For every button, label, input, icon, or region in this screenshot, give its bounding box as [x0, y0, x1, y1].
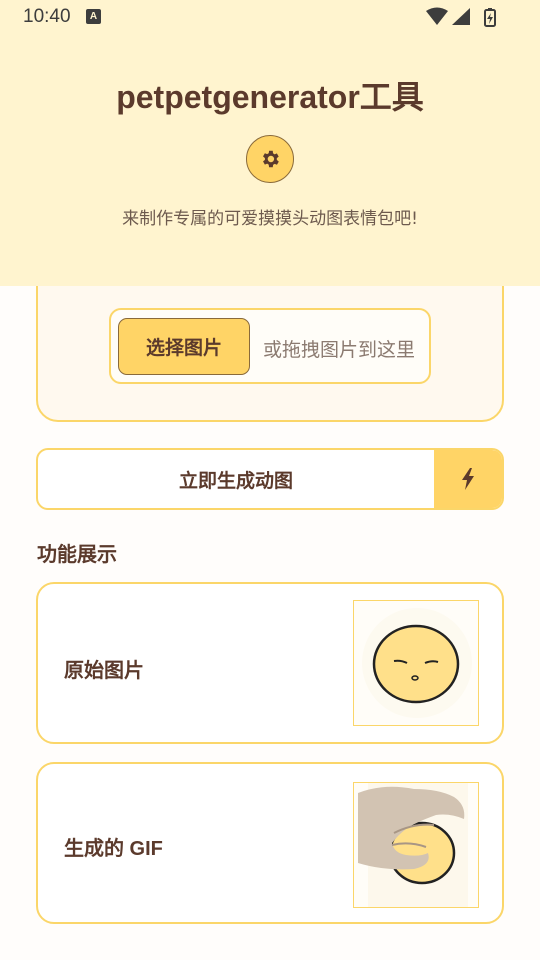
showcase-card-original: 原始图片: [36, 582, 504, 744]
generate-icon-box: [434, 450, 502, 508]
app-header: 10:40 A petpetgenerator工具 来制作专属的可爱摸摸头动图表…: [0, 0, 540, 286]
sleepy-face-image: [354, 601, 478, 725]
gear-icon: [263, 150, 279, 168]
original-image-label: 原始图片: [64, 660, 144, 682]
showcase-section-title: 功能展示: [37, 542, 117, 566]
cellular-signal-icon: [452, 8, 470, 25]
choose-image-button[interactable]: 选择图片: [118, 318, 250, 375]
hand-petting-face-image: [354, 783, 478, 907]
generated-gif-label: 生成的 GIF: [64, 838, 163, 860]
generate-button-label: 立即生成动图: [178, 469, 293, 492]
showcase-card-gif: 生成的 GIF: [36, 762, 504, 924]
status-bar: 10:40 A: [0, 0, 540, 34]
status-time: 10:40: [23, 6, 71, 27]
app-title: petpetgenerator工具: [116, 79, 424, 115]
drag-hint-text: 或拖拽图片到这里: [263, 339, 416, 361]
lightning-icon: [462, 468, 474, 490]
notification-icon: A: [86, 9, 101, 24]
app-subtitle: 来制作专属的可爱摸摸头动图表情包吧!: [122, 209, 418, 229]
original-image-preview: [353, 600, 479, 726]
generated-gif-preview: [353, 782, 479, 908]
settings-button[interactable]: [246, 135, 294, 183]
status-icons: [426, 7, 496, 27]
generate-gif-button[interactable]: 立即生成动图: [36, 448, 504, 510]
wifi-icon: [426, 7, 448, 25]
battery-charging-icon: [484, 8, 496, 27]
